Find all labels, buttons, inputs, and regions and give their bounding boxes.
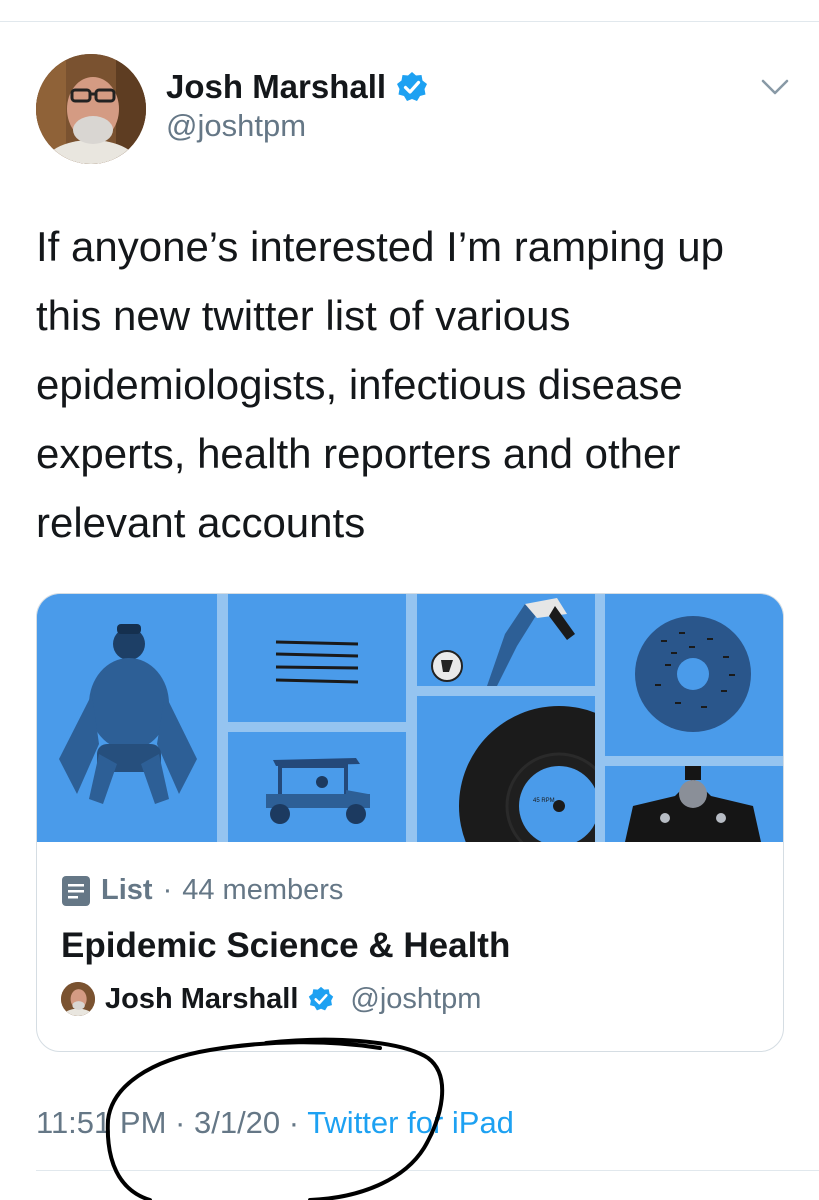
tweet-time[interactable]: 11:51 PM xyxy=(36,1105,166,1140)
list-card-media: 45 RPM xyxy=(37,594,783,906)
list-title[interactable]: Epidemic Science & Health xyxy=(61,926,510,966)
media-tile-donut xyxy=(605,594,783,756)
list-member-count[interactable]: 44 members xyxy=(182,874,343,907)
chevron-down-icon[interactable] xyxy=(760,76,790,98)
author-name-row[interactable]: Josh Marshall xyxy=(166,68,428,106)
author-handle[interactable]: @joshtpm xyxy=(166,108,306,144)
media-tile-soccer xyxy=(417,594,595,686)
verified-badge-icon xyxy=(309,986,334,1011)
meta-separator: · xyxy=(162,874,173,906)
media-tile-crown xyxy=(605,760,783,842)
list-type-label: List xyxy=(101,874,153,906)
list-owner-handle[interactable]: @joshtpm xyxy=(350,983,481,1016)
author-name[interactable]: Josh Marshall xyxy=(166,68,386,106)
top-divider xyxy=(0,21,819,22)
tweet-source[interactable]: Twitter for iPad xyxy=(307,1105,514,1140)
list-card-meta: List · 44 members xyxy=(61,874,343,907)
tweet-meta: 11:51 PM · 3/1/20 · Twitter for iPad xyxy=(36,1105,514,1141)
list-card[interactable]: 45 RPM List · 44 members Epidemic Scienc… xyxy=(36,593,784,1052)
media-tile-tuktuk xyxy=(228,732,406,842)
media-tile-sumo xyxy=(37,594,217,842)
list-icon xyxy=(62,875,90,906)
list-owner-avatar[interactable] xyxy=(61,982,95,1016)
record-label-text: 45 RPM xyxy=(533,798,555,804)
meta-separator: · xyxy=(288,1105,300,1140)
tweet-date[interactable]: 3/1/20 xyxy=(194,1105,280,1140)
bottom-divider xyxy=(36,1170,819,1171)
tweet-text: If anyone’s interested I’m ramping up th… xyxy=(36,223,724,546)
meta-separator: · xyxy=(175,1105,186,1140)
list-owner-row[interactable]: Josh Marshall @joshtpm xyxy=(61,982,481,1016)
author-avatar[interactable] xyxy=(36,54,146,164)
list-owner-name[interactable]: Josh Marshall xyxy=(105,983,298,1016)
media-tile-lines xyxy=(228,594,406,722)
media-tile-record: 45 RPM xyxy=(417,696,659,906)
verified-badge-icon xyxy=(397,72,428,101)
